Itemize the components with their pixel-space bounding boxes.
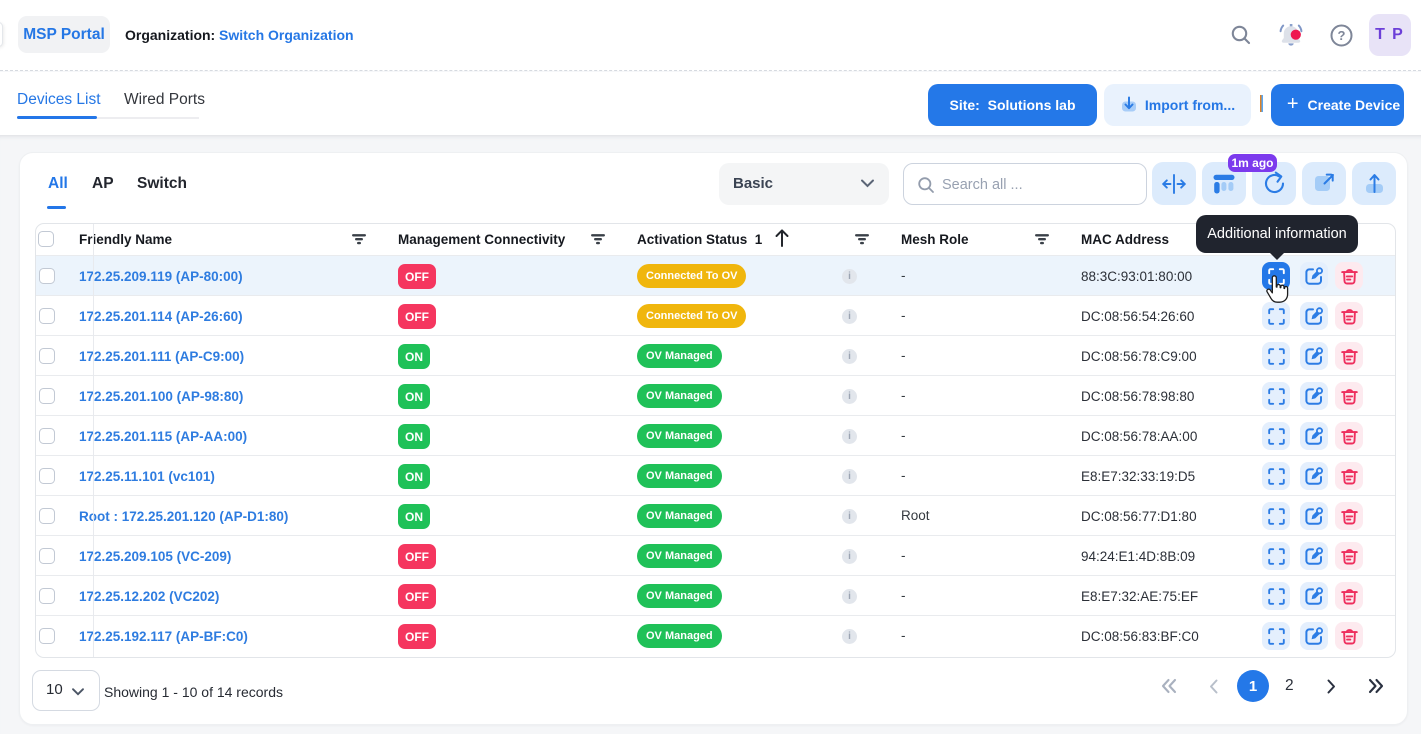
- svg-text:?: ?: [1338, 28, 1346, 43]
